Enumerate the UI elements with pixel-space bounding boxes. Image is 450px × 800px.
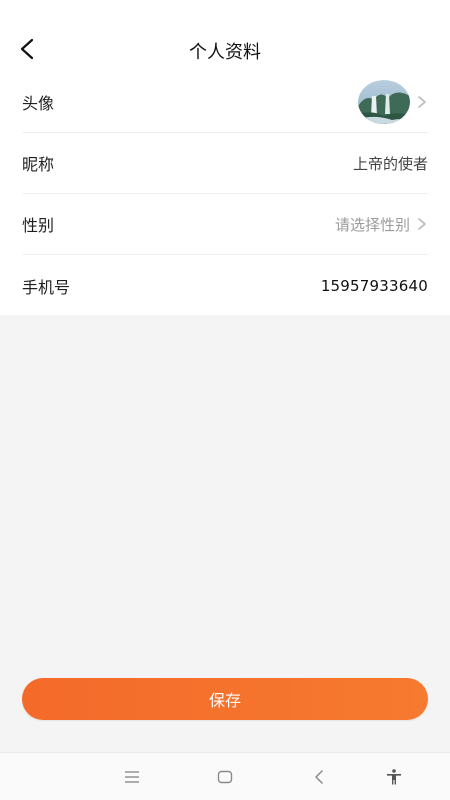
save-button[interactable]: 保存 bbox=[22, 678, 428, 720]
profile-card: 头像 昵称 上帝的使者 性别 请选择性别 手机号 15957933640 bbox=[0, 72, 450, 315]
menu-icon bbox=[125, 771, 139, 783]
gender-row-right: 请选择性别 bbox=[335, 214, 428, 235]
avatar-label: 头像 bbox=[22, 94, 55, 113]
nav-accessibility-button[interactable] bbox=[382, 765, 406, 789]
phone-row-right: 15957933640 bbox=[321, 277, 428, 295]
nickname-row-right: 上帝的使者 bbox=[353, 153, 428, 174]
nickname-label: 昵称 bbox=[22, 155, 55, 174]
avatar-row[interactable]: 头像 bbox=[22, 72, 428, 133]
avatar[interactable] bbox=[358, 80, 410, 124]
accessibility-icon bbox=[387, 769, 401, 785]
nickname-row[interactable]: 昵称 上帝的使者 bbox=[22, 133, 428, 194]
gender-select[interactable]: 请选择性别 bbox=[335, 214, 410, 235]
gender-label: 性别 bbox=[22, 216, 55, 235]
system-navigation-bar bbox=[0, 752, 450, 800]
nav-back-button[interactable] bbox=[307, 765, 331, 789]
nav-home-button[interactable] bbox=[213, 765, 237, 789]
phone-label: 手机号 bbox=[22, 277, 71, 297]
gender-row[interactable]: 性别 请选择性别 bbox=[22, 194, 428, 255]
chevron-right-icon bbox=[418, 218, 426, 230]
page-title: 个人资料 bbox=[189, 42, 261, 63]
avatar-row-right bbox=[358, 80, 428, 124]
home-square-icon bbox=[217, 770, 233, 784]
phone-row: 手机号 15957933640 bbox=[22, 255, 428, 316]
phone-value: 15957933640 bbox=[320, 276, 428, 295]
chevron-right-icon bbox=[418, 96, 426, 108]
nav-menu-button[interactable] bbox=[120, 765, 144, 789]
back-triangle-icon bbox=[315, 770, 323, 784]
nickname-value[interactable]: 上帝的使者 bbox=[353, 153, 428, 174]
